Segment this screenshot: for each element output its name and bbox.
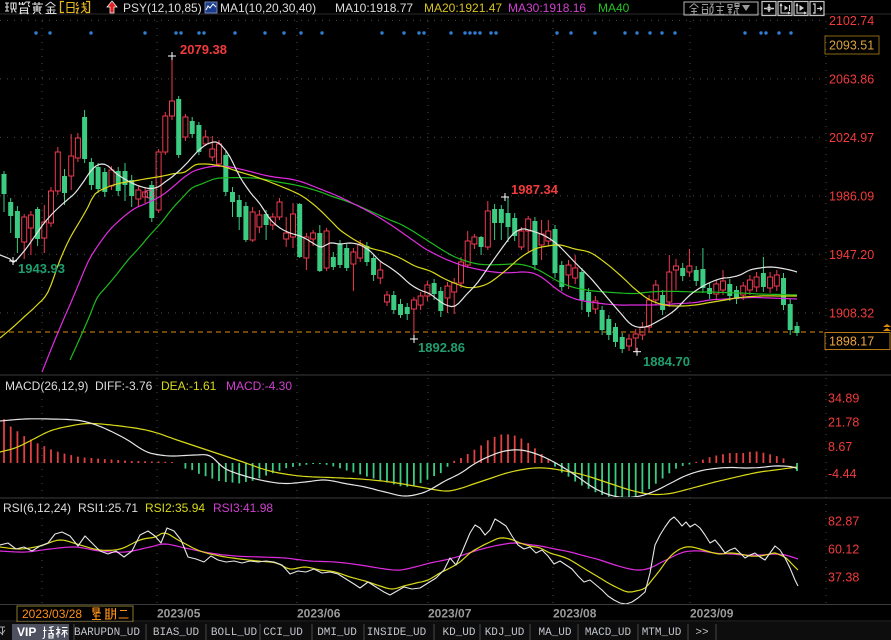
svg-text:DIFF:-3.76: DIFF:-3.76 [95, 379, 153, 393]
svg-text:RSI2:35.94: RSI2:35.94 [145, 501, 205, 515]
svg-text:1884.70: 1884.70 [643, 354, 690, 369]
svg-text:MA1(10,20,30,40): MA1(10,20,30,40) [220, 1, 316, 15]
svg-text:DMI_UD: DMI_UD [317, 627, 357, 639]
svg-text:DEA:-1.61: DEA:-1.61 [161, 379, 217, 393]
svg-text:BOLL_UD: BOLL_UD [211, 627, 258, 639]
svg-text:1987.34: 1987.34 [511, 182, 559, 197]
svg-text:BARUPDN_UD: BARUPDN_UD [74, 627, 140, 639]
svg-text:1943.93: 1943.93 [18, 261, 65, 276]
svg-text:VIP: VIP [17, 625, 36, 639]
svg-text:MA40: MA40 [598, 1, 630, 15]
svg-text:2023/09: 2023/09 [690, 607, 734, 621]
svg-text:INSIDE_UD: INSIDE_UD [367, 627, 427, 639]
svg-text:2023/07: 2023/07 [428, 607, 472, 621]
svg-text:37.38: 37.38 [828, 571, 859, 585]
svg-text:RSI(6,12,24): RSI(6,12,24) [3, 501, 71, 515]
svg-text:1892.86: 1892.86 [418, 340, 465, 355]
svg-text:2023/08: 2023/08 [553, 607, 597, 621]
svg-text:2093.51: 2093.51 [829, 39, 874, 53]
svg-text:MACD(26,12,9): MACD(26,12,9) [5, 379, 88, 393]
svg-text:BIAS_UD: BIAS_UD [153, 627, 200, 639]
svg-text:KDJ_UD: KDJ_UD [485, 627, 525, 639]
svg-text:MACD:-4.30: MACD:-4.30 [226, 379, 292, 393]
svg-text:MA_UD: MA_UD [538, 627, 571, 639]
svg-text:1908.32: 1908.32 [829, 306, 874, 320]
svg-text:2024.97: 2024.97 [829, 131, 874, 145]
svg-text:MA30:1918.16: MA30:1918.16 [508, 1, 586, 15]
svg-text:MA20:1921.47: MA20:1921.47 [424, 1, 502, 15]
svg-text:1947.20: 1947.20 [829, 248, 874, 262]
svg-text:2102.74: 2102.74 [829, 14, 874, 28]
svg-text:>>: >> [695, 627, 708, 639]
svg-text:MA10:1918.77: MA10:1918.77 [335, 1, 413, 15]
svg-text:2023/03/28: 2023/03/28 [22, 607, 82, 621]
svg-text:1986.09: 1986.09 [829, 189, 874, 203]
svg-text:82.87: 82.87 [828, 515, 859, 529]
svg-text:2023/05: 2023/05 [157, 607, 201, 621]
svg-text:1898.17: 1898.17 [829, 335, 874, 349]
svg-text:-4.44: -4.44 [828, 467, 857, 481]
svg-text:34.89: 34.89 [828, 391, 859, 405]
svg-text:RSI3:41.98: RSI3:41.98 [213, 501, 273, 515]
svg-text:RSI1:25.71: RSI1:25.71 [78, 501, 138, 515]
svg-text:2079.38: 2079.38 [180, 42, 227, 57]
svg-text:2023/06: 2023/06 [297, 607, 341, 621]
svg-text:KD_UD: KD_UD [442, 627, 475, 639]
svg-text:60.12: 60.12 [828, 543, 859, 557]
svg-text:2063.86: 2063.86 [829, 72, 874, 86]
svg-text:21.78: 21.78 [828, 415, 859, 429]
svg-text:PSY(12,10,85): PSY(12,10,85) [123, 1, 202, 15]
svg-text:MTM_UD: MTM_UD [642, 627, 682, 639]
svg-text:8.67: 8.67 [828, 440, 852, 454]
svg-text:CCI_UD: CCI_UD [263, 627, 303, 639]
svg-text:MACD_UD: MACD_UD [585, 627, 632, 639]
